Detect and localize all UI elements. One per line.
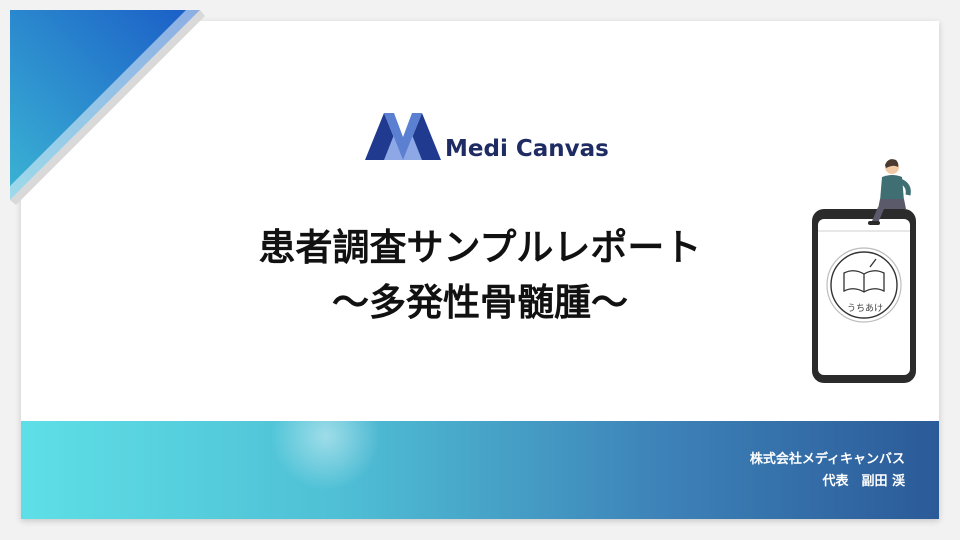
logo-text: Medi Canvas: [445, 136, 609, 162]
corner-accent-decoration: [10, 10, 205, 205]
screen-label: うちあけ: [846, 304, 883, 314]
medicanvas-logo: Medi Canvas: [365, 113, 625, 163]
person-sitting-on-phone-illustration: [812, 159, 916, 383]
company-name: 株式会社メディキャンバス: [749, 452, 905, 467]
footer-band: 株式会社メディキャンバス 代表 副田 渓: [21, 381, 939, 519]
company-info: 株式会社メディキャンバス 代表 副田 渓: [750, 449, 905, 493]
footer-glow: [271, 381, 381, 491]
representative-name: 代表 副田 渓: [822, 474, 905, 489]
medicanvas-logo-mark-icon: [365, 113, 441, 160]
